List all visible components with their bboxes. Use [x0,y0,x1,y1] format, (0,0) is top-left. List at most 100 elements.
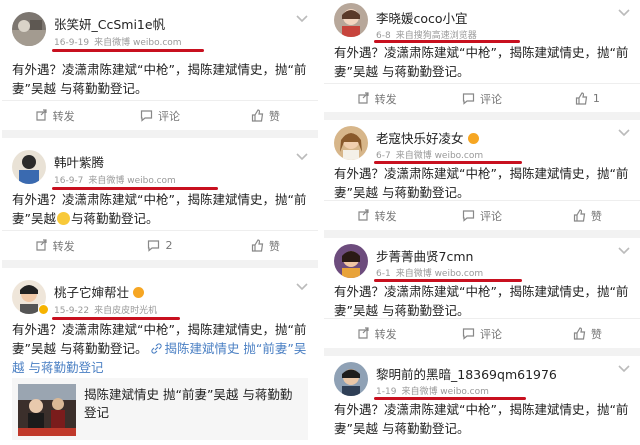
avatar[interactable] [334,3,368,37]
post-meta: 16-9-19 来自微博 weibo.com [54,35,182,48]
divider [2,260,318,268]
like-button[interactable]: 1 [535,84,640,112]
vip-icon [467,133,479,144]
post-date: 16-9-7 [54,176,84,186]
like-label: 赞 [590,327,602,341]
repost-label: 转发 [52,239,75,253]
post-date: 15-9-22 [54,306,90,316]
like-button[interactable]: 赞 [213,101,318,130]
comment-label: 评论 [479,327,502,341]
post-text-part: 有外遇？凌潇肃陈建斌“中枪”，揭陈建斌情史，抛“前妻”吴越 [12,192,307,226]
like-button[interactable]: 赞 [535,319,640,348]
avatar[interactable] [12,150,46,184]
chevron-down-icon[interactable] [296,282,308,292]
post-text-part: 与蒋勤勤登记。 [70,211,159,226]
post-source[interactable]: 来自微博 weibo.com [396,151,483,161]
post-text: 有外遇？凌潇肃陈建斌“中枪”，揭陈建斌情史，抛“前妻”吴越 与蒋勤勤登记。 揭陈… [12,320,310,377]
emoji-icon [56,212,70,225]
chevron-down-icon[interactable] [618,246,630,256]
post-date: 1-19 [376,387,397,397]
post-meta: 1-19 来自微博 weibo.com [376,384,489,397]
article-link-text: 越 与蒋勤勤登记 [12,360,104,375]
divider [324,112,640,120]
avatar[interactable] [334,244,368,278]
divider [324,348,640,356]
repost-button[interactable]: 转发 [324,84,429,112]
repost-button[interactable]: 转发 [324,201,429,230]
username[interactable]: 老寇快乐好凌女 [376,128,479,147]
action-bar: 转发 评论 赞 [324,200,640,230]
thumbs-up-icon [573,209,586,222]
repost-icon [358,209,369,221]
post-card: 韩叶紫腾 16-9-7 来自微博 weibo.com 有外遇？凌潇肃陈建斌“中枪”… [2,138,318,260]
chevron-down-icon[interactable] [296,14,308,24]
comment-button[interactable]: 评论 [429,84,534,112]
comment-label: 评论 [157,109,180,123]
repost-button[interactable]: 转发 [324,319,429,348]
comment-button[interactable]: 2 [107,231,212,260]
repost-label: 转发 [52,109,75,123]
comment-icon [462,328,475,340]
repost-button[interactable]: 转发 [2,231,107,260]
article-thumbnail [18,384,76,436]
post-source[interactable]: 来自微博 weibo.com [94,38,181,48]
thumbs-up-icon [251,109,264,122]
action-bar: 转发 评论 赞 [324,318,640,348]
divider [2,130,318,138]
comment-label: 评论 [479,209,502,223]
repost-label: 转发 [374,92,397,106]
post-card: 李晓媛coco小宜 6-8 来自搜狗高速浏览器 有外遇？凌潇肃陈建斌“中枪”，揭陈… [324,0,640,112]
post-source[interactable]: 来自微博 weibo.com [88,176,175,186]
comment-button[interactable]: 评论 [429,319,534,348]
post-meta: 6-1 来自微博 weibo.com [376,266,483,279]
like-button[interactable]: 赞 [213,231,318,260]
repost-icon [358,92,369,104]
thumbs-up-icon [573,327,586,340]
post-card: 步菁菁曲贤7cmn 6-1 来自微博 weibo.com 有外遇？凌潇肃陈建斌“中… [324,238,640,348]
right-feed: 李晓媛coco小宜 6-8 来自搜狗高速浏览器 有外遇？凌潇肃陈建斌“中枪”，揭陈… [324,0,640,445]
username[interactable]: 桃子它婶帮壮 [54,282,145,301]
post-meta: 6-7 来自微博 weibo.com [376,148,483,161]
post-text: 有外遇？凌潇肃陈建斌“中枪”，揭陈建斌情史，抛“前妻”吴越 与蒋勤勤登记。 [334,402,629,436]
post-card: 张笑妍_CcSmi1e帆 16-9-19 来自微博 weibo.com 有外遇？凌… [2,0,318,130]
username[interactable]: 李晓媛coco小宜 [376,8,468,27]
like-label: 赞 [268,239,280,253]
post-source[interactable]: 来自微博 weibo.com [396,269,483,279]
avatar[interactable] [12,12,46,46]
chevron-down-icon[interactable] [618,8,630,18]
post-text: 有外遇？凌潇肃陈建斌“中枪”，揭陈建斌情史，抛“前妻”吴越 与蒋勤勤登记。 [12,190,310,228]
avatar[interactable] [334,362,368,396]
chevron-down-icon[interactable] [618,364,630,374]
post-date: 16-9-19 [54,38,90,48]
like-label: 赞 [268,109,280,123]
action-bar: 转发 评论 1 [324,83,640,112]
post-source[interactable]: 来自微博 weibo.com [401,387,488,397]
article-link-text: 揭陈建斌情史 抛“前妻”吴 [164,341,307,356]
username[interactable]: 黎明前的黑暗_18369qm61976 [376,364,557,383]
username-text: 老寇快乐好凌女 [376,131,464,146]
chevron-down-icon[interactable] [296,152,308,162]
article-card[interactable]: 揭陈建斌情史 抛“前妻”吴越 与蒋勤勤登记 [12,378,308,440]
vip-icon [133,287,145,298]
repost-button[interactable]: 转发 [2,101,107,130]
article-title: 揭陈建斌情史 抛“前妻”吴越 与蒋勤勤登记 [84,387,293,420]
username[interactable]: 张笑妍_CcSmi1e帆 [54,14,165,33]
post-source[interactable]: 来自皮皮时光机 [94,306,157,316]
comment-count: 2 [165,239,173,252]
username[interactable]: 步菁菁曲贤7cmn [376,246,473,265]
post-card: 桃子它婶帮壮 15-9-22 来自皮皮时光机 有外遇？凌潇肃陈建斌“中枪”，揭陈建… [2,268,318,445]
repost-icon [36,109,47,121]
repost-label: 转发 [374,327,397,341]
like-button[interactable]: 赞 [535,201,640,230]
post-date: 6-7 [376,151,391,161]
repost-icon [36,239,47,251]
avatar[interactable] [334,126,368,160]
post-meta: 16-9-7 来自微博 weibo.com [54,173,176,186]
username[interactable]: 韩叶紫腾 [54,152,104,171]
chevron-down-icon[interactable] [618,128,630,138]
comment-button[interactable]: 评论 [107,101,212,130]
comment-button[interactable]: 评论 [429,201,534,230]
thumbs-up-icon [575,92,588,105]
comment-icon [462,210,475,222]
repost-icon [358,327,369,339]
